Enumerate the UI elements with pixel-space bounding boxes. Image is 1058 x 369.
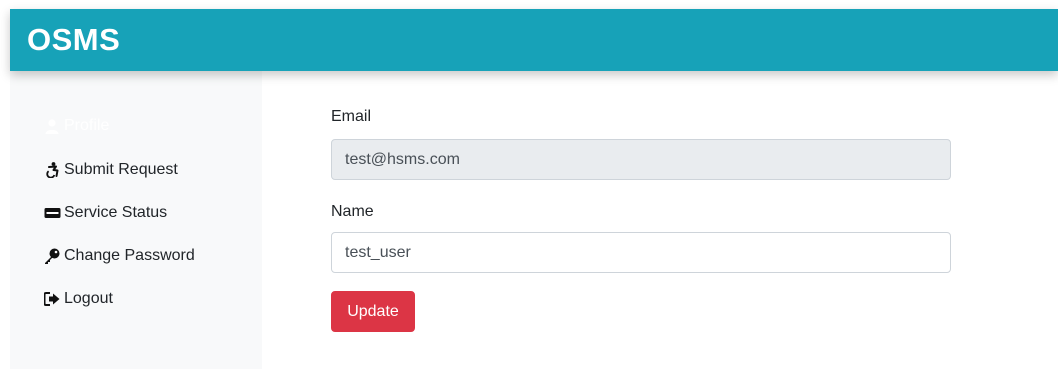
sidebar-item-change-password[interactable]: Change Password bbox=[43, 245, 195, 267]
sidebar-item-logout[interactable]: Logout bbox=[43, 288, 113, 310]
brand-title[interactable]: OSMS bbox=[27, 22, 120, 58]
name-label: Name bbox=[331, 203, 374, 220]
sidebar-item-label: Profile bbox=[64, 117, 110, 134]
user-icon bbox=[43, 117, 61, 135]
sidebar-item-label: Logout bbox=[64, 290, 113, 307]
sidebar-item-service-status[interactable]: Service Status bbox=[43, 202, 167, 224]
sidebar-item-profile[interactable]: Profile bbox=[43, 115, 109, 137]
sidebar-item-label: Change Password bbox=[64, 247, 195, 264]
accessibility-icon bbox=[43, 161, 61, 179]
sidebar-item-label: Submit Request bbox=[64, 161, 178, 178]
name-value: test_user bbox=[345, 243, 411, 261]
sidebar-item-label: Service Status bbox=[64, 204, 168, 221]
top-navbar: OSMS bbox=[10, 9, 1058, 71]
sign-out-icon bbox=[43, 290, 61, 308]
name-field[interactable]: test_user bbox=[331, 232, 951, 273]
email-field[interactable]: test@hsms.com bbox=[331, 139, 951, 180]
email-value: test@hsms.com bbox=[345, 150, 460, 168]
email-label: Email bbox=[331, 108, 372, 125]
sidebar: Profile Submit Request Service Status Ch… bbox=[10, 71, 262, 369]
update-button[interactable]: Update bbox=[331, 291, 415, 332]
key-icon bbox=[43, 247, 61, 265]
top-strip bbox=[0, 0, 1058, 9]
sidebar-item-submit-request[interactable]: Submit Request bbox=[43, 159, 178, 181]
card-icon bbox=[43, 204, 61, 222]
